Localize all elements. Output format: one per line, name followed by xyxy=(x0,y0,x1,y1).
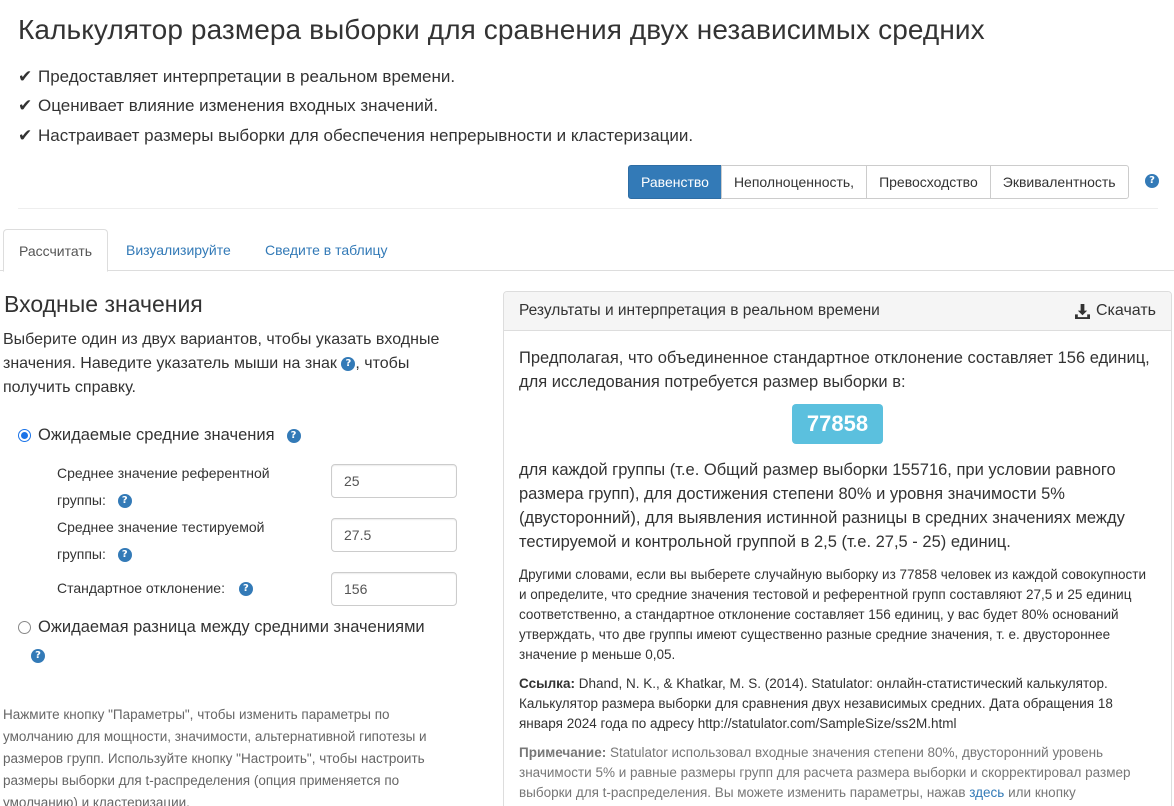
reference-label: Ссылка: xyxy=(519,676,575,691)
inputs-description: Выберите один из двух вариантов, чтобы у… xyxy=(3,328,473,400)
results-explanation: для каждой группы (т.е. Общий размер выб… xyxy=(519,461,1125,551)
results-note: Примечание: Statulator использовал входн… xyxy=(519,743,1156,803)
sd-input[interactable]: 156 xyxy=(331,572,457,606)
sample-size-badge: 77858 xyxy=(791,404,884,444)
note-tail: или кнопку xyxy=(1008,785,1076,800)
results-panel: Результаты и интерпретация в реальном вр… xyxy=(503,291,1172,806)
help-icon[interactable]: ? xyxy=(286,428,301,443)
option-expected-difference[interactable]: Ожидаемая разница между средними значени… xyxy=(18,618,425,637)
help-icon[interactable]: ? xyxy=(238,582,253,597)
option-label: Ожидаемая разница между средними значени… xyxy=(38,618,425,636)
non-inferiority-button[interactable]: Неполноценность, xyxy=(720,165,868,199)
results-intro: Предполагая, что объединенное стандартно… xyxy=(519,349,1150,391)
results-heading: Результаты и интерпретация в реальном вр… xyxy=(519,302,880,319)
sd-label: Стандартное отклонение: ? xyxy=(57,575,297,602)
feature-text: Настраивает размеры выборки для обеспече… xyxy=(38,125,694,145)
help-icon[interactable]: ? xyxy=(117,494,132,509)
tab-tabulate[interactable]: Сведите в таблицу xyxy=(250,229,403,271)
ref-mean-label: Среднее значение референтной группы: ? xyxy=(57,460,297,514)
tab-calculate[interactable]: Рассчитать xyxy=(3,229,109,272)
results-panel-header: Результаты и интерпретация в реальном вр… xyxy=(504,292,1171,331)
radio-button[interactable] xyxy=(18,429,31,442)
tab-bar: Рассчитать Визуализируйте Сведите в табл… xyxy=(0,229,1174,272)
checkmark-icon: ✔ xyxy=(18,66,33,86)
help-icon[interactable]: ? xyxy=(341,356,356,371)
page-title: Калькулятор размера выборки для сравнени… xyxy=(18,14,985,45)
download-label: Скачать xyxy=(1096,302,1156,319)
feature-text: Оценивает влияние изменения входных знач… xyxy=(38,96,439,116)
feature-item: ✔ Предоставляет интерпретации в реальном… xyxy=(18,62,693,92)
checkmark-icon: ✔ xyxy=(18,96,33,116)
option-expected-means[interactable]: Ожидаемые средние значения ? xyxy=(18,426,301,445)
reference-text: Dhand, N. K., & Khatkar, M. S. (2014). S… xyxy=(519,676,1113,731)
download-icon xyxy=(1075,303,1090,319)
results-body: Предполагая, что объединенное стандартно… xyxy=(504,346,1171,803)
equality-button[interactable]: Равенство xyxy=(628,165,722,199)
note-label: Примечание: xyxy=(519,745,607,760)
tab-visualize[interactable]: Визуализируйте xyxy=(111,229,246,271)
feature-list: ✔ Предоставляет интерпретации в реальном… xyxy=(18,62,693,151)
results-other-words: Другими словами, если вы выберете случай… xyxy=(519,567,1147,662)
help-icon[interactable]: ? xyxy=(31,649,45,663)
test-mean-input[interactable]: 27.5 xyxy=(331,518,457,552)
sd-label-text: Стандартное отклонение: xyxy=(57,580,225,596)
feature-text: Предоставляет интерпретации в реальном в… xyxy=(38,66,456,86)
ref-mean-input[interactable]: 25 xyxy=(331,464,457,498)
feature-item: ✔ Настраивает размеры выборки для обеспе… xyxy=(18,121,693,151)
settings-footnote: Нажмите кнопку "Параметры", чтобы измени… xyxy=(3,707,427,806)
equivalence-button[interactable]: Эквивалентность xyxy=(989,165,1129,199)
download-button[interactable]: Скачать xyxy=(1075,302,1156,320)
test-mean-label: Среднее значение тестируемой группы: ? xyxy=(57,514,297,568)
divider xyxy=(18,208,1158,209)
here-link[interactable]: здесь xyxy=(969,785,1004,800)
inputs-heading: Входные значения xyxy=(4,291,203,317)
option-label: Ожидаемые средние значения xyxy=(38,426,275,444)
hypothesis-button-group: Равенство Неполноценность, Превосходство… xyxy=(628,165,1129,199)
results-reference: Ссылка: Dhand, N. K., & Khatkar, M. S. (… xyxy=(519,674,1156,734)
help-icon[interactable]: ? xyxy=(1145,174,1159,188)
ref-mean-label-text: Среднее значение референтной группы: xyxy=(57,465,270,508)
feature-item: ✔ Оценивает влияние изменения входных зн… xyxy=(18,92,693,122)
checkmark-icon: ✔ xyxy=(18,125,33,145)
help-icon[interactable]: ? xyxy=(117,548,132,563)
sample-size-wrap: 77858 xyxy=(519,404,1156,444)
superiority-button[interactable]: Превосходство xyxy=(866,165,991,199)
radio-button[interactable] xyxy=(18,621,31,634)
test-mean-label-text: Среднее значение тестируемой группы: xyxy=(57,519,265,562)
